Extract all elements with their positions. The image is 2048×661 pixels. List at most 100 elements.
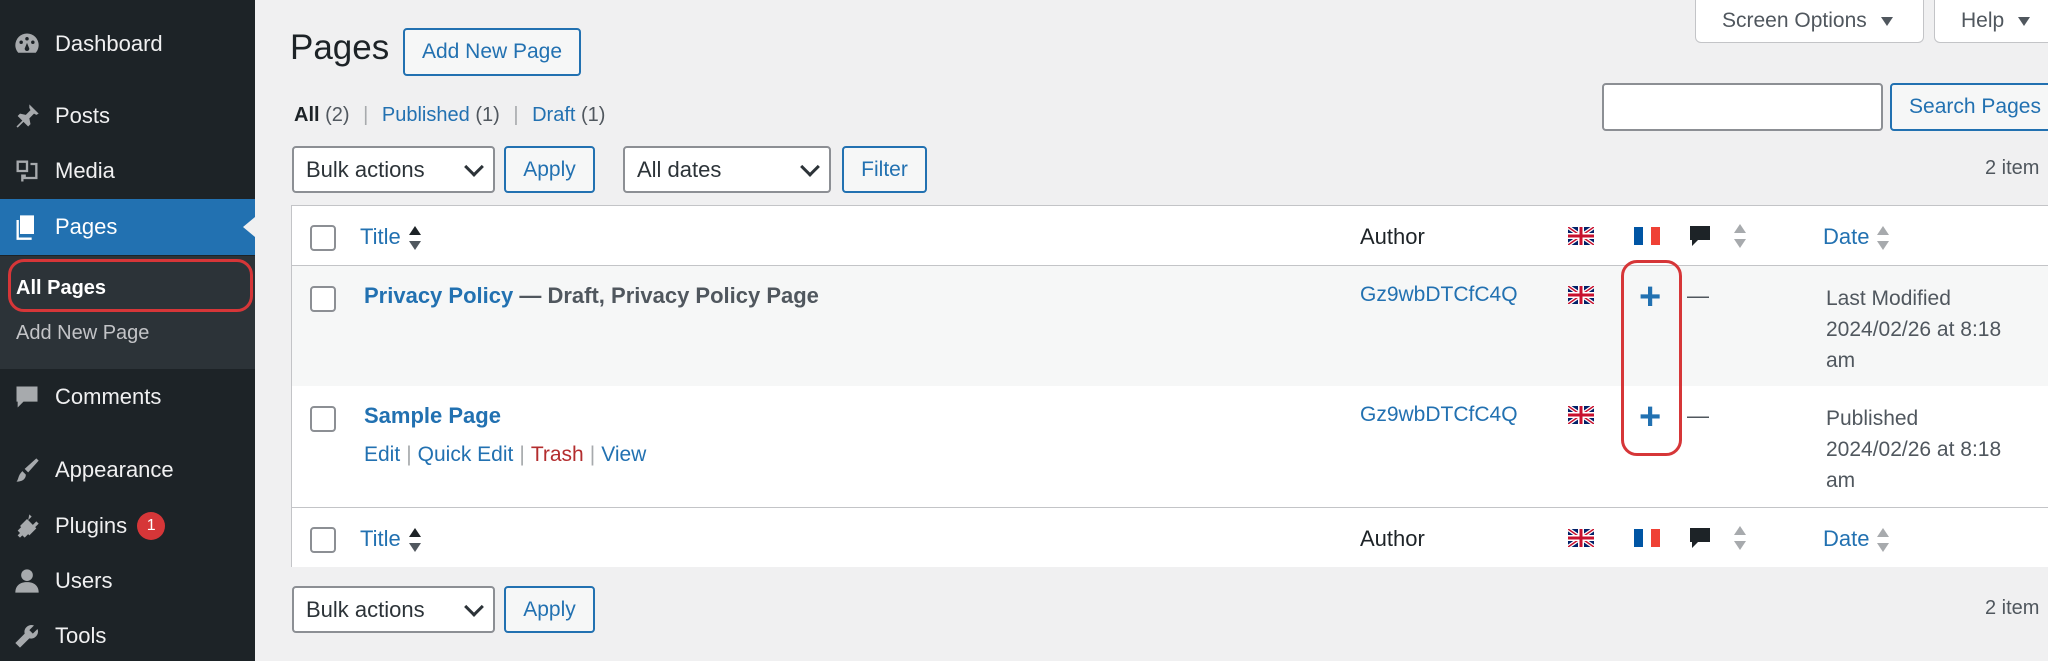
filter-all[interactable]: All: [294, 104, 320, 126]
edit-link[interactable]: Edit: [364, 443, 400, 466]
column-date-footer[interactable]: Date: [1823, 526, 1890, 553]
bulk-actions-label: Bulk actions: [306, 156, 425, 182]
comments-column-icon[interactable]: [1688, 526, 1712, 550]
add-new-page-button[interactable]: Add New Page: [403, 28, 581, 76]
menu-posts-label: Posts: [55, 103, 111, 128]
comment-count: —: [1687, 403, 1709, 428]
current-menu-arrow: [243, 217, 255, 237]
sort-icon: [408, 226, 421, 251]
date-filter-select[interactable]: All dates: [623, 146, 831, 193]
search-input[interactable]: [1602, 83, 1883, 131]
triangle-down-icon: [1880, 16, 1893, 26]
sort-icon: [1734, 224, 1746, 248]
comment-count: —: [1687, 283, 1709, 308]
comments-column-icon[interactable]: [1688, 224, 1712, 248]
separator: |: [513, 104, 519, 126]
admin-sidebar: Dashboard Posts Media Pages All Pages Ad…: [0, 0, 255, 661]
filter-published[interactable]: Published: [382, 104, 470, 126]
menu-appearance-label: Appearance: [55, 457, 174, 482]
search-pages-button[interactable]: Search Pages: [1890, 83, 2048, 131]
row-checkbox[interactable]: [310, 286, 336, 312]
row-title: Privacy Policy — Draft, Privacy Policy P…: [364, 283, 819, 309]
pin-icon: [12, 101, 42, 131]
column-title-footer[interactable]: Title: [360, 526, 421, 553]
submenu-add-new-page[interactable]: Add New Page: [16, 322, 149, 345]
filter-draft-count: (1): [581, 104, 606, 126]
menu-users-label: Users: [55, 568, 113, 593]
flag-uk-icon: [1568, 286, 1594, 304]
menu-media[interactable]: Media: [0, 143, 255, 199]
column-title-label: Title: [360, 526, 401, 551]
user-icon: [12, 566, 42, 596]
menu-plugins-label: Plugins: [55, 513, 128, 538]
apply-button-bottom[interactable]: Apply: [504, 586, 595, 633]
filter-all-count: (2): [325, 104, 350, 126]
pages-icon: [12, 212, 42, 242]
menu-dashboard[interactable]: Dashboard: [0, 16, 255, 72]
chevron-down-icon: [464, 156, 484, 177]
column-date-header[interactable]: Date: [1823, 224, 1890, 251]
row-title: Sample Page: [364, 403, 501, 429]
pages-table: Title Author Date Privacy Policy — Draft…: [291, 205, 2048, 567]
author-link[interactable]: Gz9wbDTCfC4Q: [1360, 403, 1518, 427]
author-link[interactable]: Gz9wbDTCfC4Q: [1360, 283, 1518, 307]
quick-edit-link[interactable]: Quick Edit: [418, 443, 514, 466]
menu-tools[interactable]: Tools: [0, 608, 255, 661]
menu-dashboard-label: Dashboard: [55, 31, 163, 56]
filter-draft[interactable]: Draft: [532, 104, 575, 126]
wrench-icon: [12, 621, 42, 651]
page-title-link[interactable]: Privacy Policy: [364, 283, 513, 308]
select-all-checkbox[interactable]: [310, 225, 336, 251]
row-actions: Edit | Quick Edit | Trash | View: [364, 443, 646, 467]
bulk-actions-select-top[interactable]: Bulk actions: [292, 146, 495, 193]
separator: |: [363, 104, 369, 126]
filter-button[interactable]: Filter: [842, 146, 927, 193]
apply-button-top[interactable]: Apply: [504, 146, 595, 193]
page-state: — Draft, Privacy Policy Page: [519, 283, 819, 308]
row-date: Last Modified 2024/02/26 at 8:18 am: [1826, 283, 2001, 376]
trash-link[interactable]: Trash: [531, 443, 584, 466]
item-count-top: 2 item: [1985, 157, 2040, 179]
menu-comments[interactable]: Comments: [0, 369, 255, 425]
sort-icon: [1877, 226, 1890, 251]
flag-fr-icon[interactable]: [1634, 529, 1661, 547]
menu-posts[interactable]: Posts: [0, 88, 255, 144]
flag-uk-icon[interactable]: [1568, 529, 1594, 547]
date-status: Last Modified: [1826, 287, 1951, 310]
date-filter-label: All dates: [637, 156, 722, 182]
column-author-footer: Author: [1360, 526, 1425, 551]
sort-icon: [408, 528, 421, 553]
table-header-row: Title Author Date: [292, 206, 2048, 266]
menu-pages[interactable]: Pages: [0, 199, 255, 255]
plugins-update-badge: 1: [137, 512, 166, 540]
flag-fr-icon[interactable]: [1634, 227, 1661, 245]
select-all-checkbox-footer[interactable]: [310, 527, 336, 553]
chevron-down-icon: [800, 156, 820, 177]
item-count-bottom: 2 item: [1985, 597, 2040, 619]
media-icon: [12, 156, 42, 186]
view-link[interactable]: View: [601, 443, 646, 466]
status-filter-links: All (2) | Published (1) | Draft (1): [294, 104, 605, 127]
row-date: Published 2024/02/26 at 8:18 am: [1826, 403, 2001, 496]
menu-pages-label: Pages: [55, 214, 118, 239]
table-row: Sample Page Edit | Quick Edit | Trash | View G…: [292, 386, 2048, 507]
help-button[interactable]: Help: [1934, 0, 2048, 43]
menu-plugins[interactable]: Plugins 1: [0, 498, 255, 554]
menu-appearance[interactable]: Appearance: [0, 442, 255, 498]
highlight-add-translation: [1621, 260, 1682, 456]
paintbrush-icon: [12, 455, 42, 485]
bulk-actions-select-bottom[interactable]: Bulk actions: [292, 586, 495, 633]
page-title-link[interactable]: Sample Page: [364, 403, 501, 428]
column-author-header: Author: [1360, 224, 1425, 249]
menu-users[interactable]: Users: [0, 553, 255, 609]
row-checkbox[interactable]: [310, 406, 336, 432]
date-status: Published: [1826, 407, 1919, 430]
highlight-all-pages: [8, 259, 253, 312]
menu-media-label: Media: [55, 158, 115, 183]
flag-uk-icon[interactable]: [1568, 227, 1594, 245]
plugin-icon: [12, 511, 42, 541]
date-value-suffix: am: [1826, 469, 1856, 492]
triangle-down-icon: [2018, 16, 2031, 26]
column-title-header[interactable]: Title: [360, 224, 421, 251]
screen-options-button[interactable]: Screen Options: [1695, 0, 1924, 43]
